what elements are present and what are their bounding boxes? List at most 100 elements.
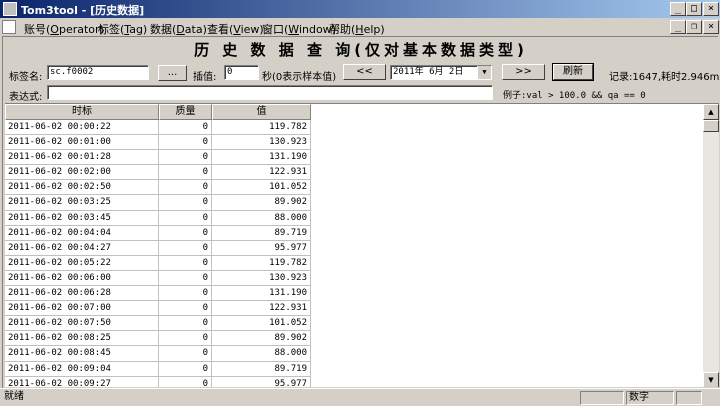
table-row[interactable]: 2011-06-02 00:07:50 0 101.052 — [5, 316, 705, 332]
cell-value: 131.190 — [212, 150, 311, 166]
title-bar: Tom3tool - [历史数据] _ □ × — [0, 0, 720, 18]
cell-quality: 0 — [159, 195, 212, 211]
cell-quality: 0 — [159, 346, 212, 362]
cell-quality: 0 — [159, 135, 212, 151]
table-row[interactable]: 2011-06-02 00:08:25 0 89.902 — [5, 331, 705, 347]
page-heading: 历 史 数 据 查 询(仅对基本数据类型) — [194, 41, 528, 59]
cell-quality: 0 — [159, 120, 212, 136]
cell-quality: 0 — [159, 210, 212, 226]
menu-help[interactable]: 帮助(Help) — [329, 21, 385, 37]
cell-value: 119.782 — [212, 120, 311, 136]
cell-value: 89.902 — [212, 195, 311, 211]
document-icon[interactable] — [2, 20, 16, 34]
cell-quality: 0 — [159, 165, 212, 181]
table-row[interactable]: 2011-06-02 00:06:00 0 130.923 — [5, 270, 705, 287]
table-row[interactable]: 2011-06-02 00:03:45 0 88.000 — [5, 210, 705, 226]
prev-day-button[interactable]: << — [343, 64, 386, 80]
child-minimize-button[interactable]: _ — [670, 20, 686, 34]
cell-quality: 0 — [159, 361, 212, 377]
close-button[interactable]: × — [703, 2, 719, 16]
table-row[interactable]: 2011-06-02 00:01:28 0 131.190 — [5, 150, 705, 166]
browse-tag-button[interactable]: ... — [158, 65, 187, 81]
status-ready: 就绪 — [4, 391, 24, 402]
cell-time: 2011-06-02 00:01:00 — [5, 135, 159, 151]
chevron-down-icon[interactable]: ▼ — [477, 66, 491, 79]
cell-time: 2011-06-02 00:07:00 — [5, 301, 159, 317]
scroll-down-icon[interactable]: ▼ — [703, 372, 719, 387]
interp-input[interactable]: 0 — [224, 65, 259, 80]
cell-value: 101.052 — [212, 316, 311, 332]
cell-time: 2011-06-02 00:06:00 — [5, 270, 159, 287]
menu-data[interactable]: 数据(Data) — [150, 21, 207, 37]
cell-value: 131.190 — [212, 286, 311, 302]
expression-input[interactable] — [47, 85, 493, 100]
cell-quality: 0 — [159, 286, 212, 302]
interp-unit-label: 秒(0表示样本值) — [262, 72, 337, 83]
cell-time: 2011-06-02 00:09:27 — [5, 376, 159, 387]
table-row[interactable]: 2011-06-02 00:04:27 0 95.977 — [5, 240, 705, 256]
table-row[interactable]: 2011-06-02 00:09:04 0 89.719 — [5, 361, 705, 377]
table-row[interactable]: 2011-06-02 00:08:45 0 88.000 — [5, 346, 705, 362]
menu-window[interactable]: 窗口(Window) — [262, 21, 336, 37]
cell-quality: 0 — [159, 316, 212, 332]
scroll-up-icon[interactable]: ▲ — [703, 104, 719, 120]
column-header-value[interactable]: 值 — [212, 104, 311, 120]
cell-time: 2011-06-02 00:07:50 — [5, 316, 159, 332]
cell-time: 2011-06-02 00:02:00 — [5, 165, 159, 181]
tag-name-input[interactable]: sc.f0002 — [47, 65, 149, 80]
column-header-quality[interactable]: 质量 — [159, 104, 212, 120]
cell-time: 2011-06-02 00:02:50 — [5, 180, 159, 196]
table-header: 时标 质量 值 — [5, 104, 705, 120]
next-day-button[interactable]: >> — [502, 64, 545, 80]
cell-value: 95.977 — [212, 376, 311, 387]
history-table[interactable]: 时标 质量 值 2011-06-02 00:00:22 0 119.782 2011-… — [5, 103, 719, 387]
cell-value: 101.052 — [212, 180, 311, 196]
date-picker[interactable]: 2011年 6月 2日 ▼ — [390, 65, 492, 80]
scroll-thumb[interactable] — [703, 120, 719, 132]
menu-operator[interactable]: 账号(Operator) — [24, 21, 104, 37]
refresh-button[interactable]: 刷新 — [552, 63, 594, 81]
cell-quality: 0 — [159, 240, 212, 256]
tag-name-label: 标签名: — [9, 72, 43, 83]
child-restore-button[interactable]: ❐ — [686, 20, 702, 34]
maximize-button[interactable]: □ — [686, 2, 702, 16]
child-close-button[interactable]: × — [703, 20, 719, 34]
status-pane-empty-2 — [676, 391, 702, 405]
cell-time: 2011-06-02 00:08:45 — [5, 346, 159, 362]
cell-time: 2011-06-02 00:05:22 — [5, 255, 159, 271]
minimize-button[interactable]: _ — [670, 2, 686, 16]
menu-view[interactable]: 查看(View) — [207, 21, 264, 37]
cell-quality: 0 — [159, 180, 212, 196]
table-row[interactable]: 2011-06-02 00:03:25 0 89.902 — [5, 195, 705, 211]
cell-value: 88.000 — [212, 346, 311, 362]
cell-time: 2011-06-02 00:03:25 — [5, 195, 159, 211]
table-row[interactable]: 2011-06-02 00:05:22 0 119.782 — [5, 255, 705, 271]
cell-time: 2011-06-02 00:01:28 — [5, 150, 159, 166]
table-row[interactable]: 2011-06-02 00:06:28 0 131.190 — [5, 286, 705, 302]
table-row[interactable]: 2011-06-02 00:02:00 0 122.931 — [5, 165, 705, 181]
cell-quality: 0 — [159, 301, 212, 317]
table-row[interactable]: 2011-06-02 00:07:00 0 122.931 — [5, 301, 705, 317]
cell-value: 89.719 — [212, 361, 311, 377]
table-row[interactable]: 2011-06-02 00:09:27 0 95.977 — [5, 376, 705, 387]
cell-time: 2011-06-02 00:08:25 — [5, 331, 159, 347]
table-row[interactable]: 2011-06-02 00:02:50 0 101.052 — [5, 180, 705, 196]
interp-label: 插值: — [193, 72, 217, 83]
history-data-panel: 历 史 数 据 查 询(仅对基本数据类型) 标签名: sc.f0002 ... … — [2, 36, 720, 388]
cell-value: 122.931 — [212, 301, 311, 317]
table-body: 2011-06-02 00:00:22 0 119.782 2011-06-02 00… — [5, 120, 705, 387]
cell-value: 130.923 — [212, 135, 311, 151]
table-row[interactable]: 2011-06-02 00:00:22 0 119.782 — [5, 120, 705, 136]
cell-value: 88.000 — [212, 210, 311, 226]
table-row[interactable]: 2011-06-02 00:04:04 0 89.719 — [5, 225, 705, 241]
expression-example: 例子:val > 100.0 && qa == 0 — [503, 91, 646, 101]
table-row[interactable]: 2011-06-02 00:01:00 0 130.923 — [5, 135, 705, 151]
expression-label: 表达式: — [9, 92, 43, 103]
cell-time: 2011-06-02 00:06:28 — [5, 286, 159, 302]
vertical-scrollbar[interactable]: ▲ ▼ — [703, 104, 719, 387]
menu-tag[interactable]: 标签(Tag) — [98, 21, 147, 37]
cell-value: 130.923 — [212, 270, 311, 287]
column-header-time[interactable]: 时标 — [5, 104, 159, 120]
cell-value: 119.782 — [212, 255, 311, 271]
menu-bar: 账号(Operator) 标签(Tag) 数据(Data) 查看(View) 窗… — [0, 18, 720, 36]
